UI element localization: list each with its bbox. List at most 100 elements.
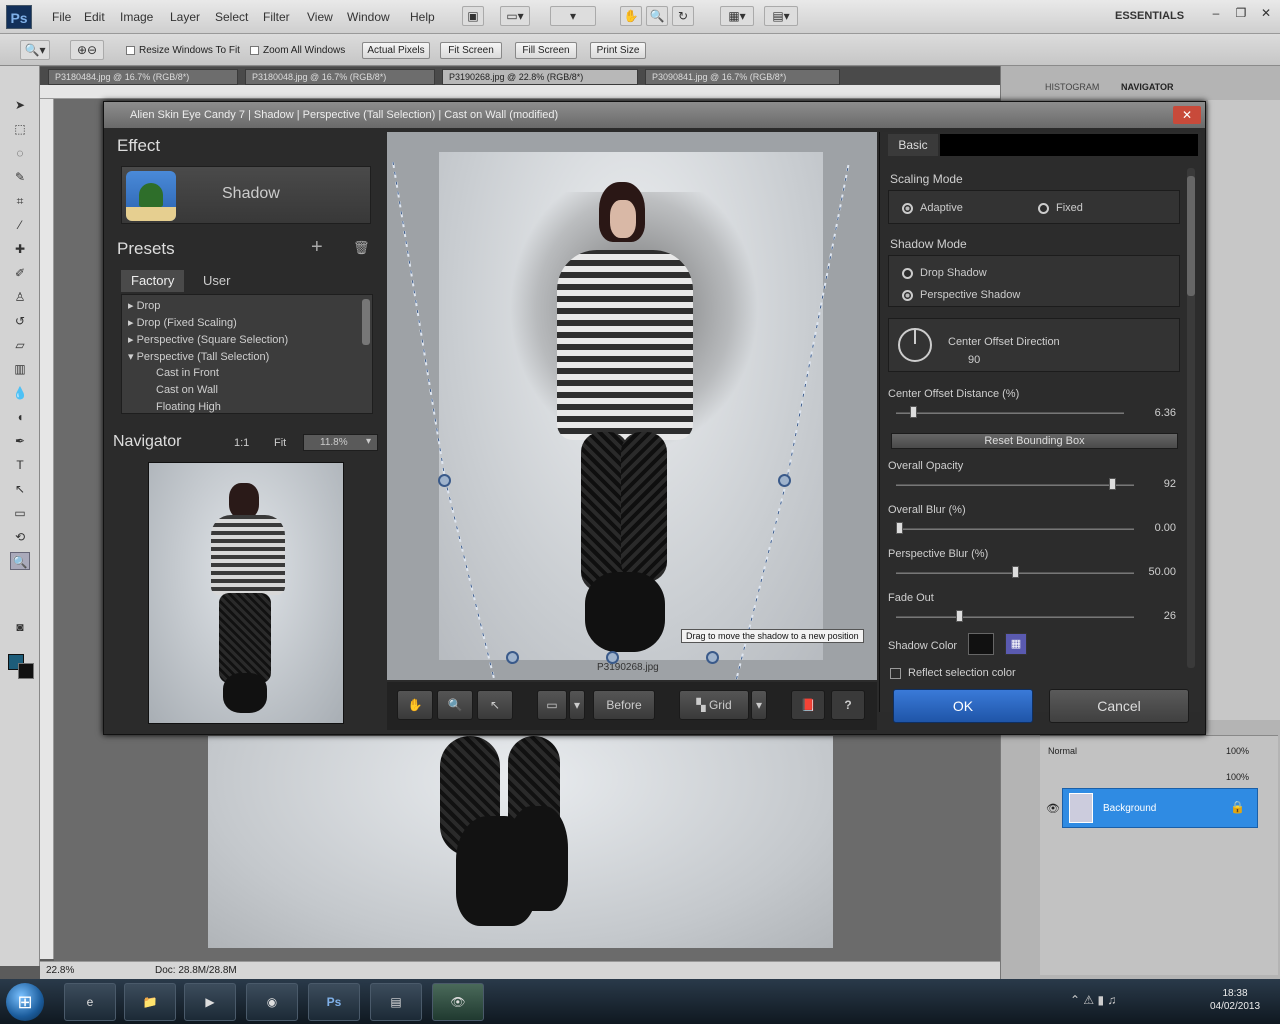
- doc-tab[interactable]: P3090841.jpg @ 16.7% (RGB/8*): [645, 69, 840, 85]
- shape-tool-icon[interactable]: ▭: [10, 504, 30, 522]
- start-button[interactable]: ⊞: [6, 983, 44, 1021]
- background-color-swatch[interactable]: [18, 663, 34, 679]
- 3d-rotate-icon[interactable]: ⟲: [10, 528, 30, 546]
- pen-tool-icon[interactable]: ✒: [10, 432, 30, 450]
- history-brush-icon[interactable]: ↺: [10, 312, 30, 330]
- explorer-icon[interactable]: 📁: [124, 983, 176, 1021]
- nav-fit-button[interactable]: Fit: [274, 437, 286, 449]
- overall-opacity-value[interactable]: 92: [1136, 478, 1176, 490]
- blur-tool-icon[interactable]: 💧: [10, 384, 30, 402]
- center-offset-distance-track[interactable]: [896, 412, 1124, 414]
- split-view-icon[interactable]: ▭: [537, 690, 567, 720]
- dodge-tool-icon[interactable]: ◖: [10, 408, 30, 426]
- settings-scroll-thumb[interactable]: [1187, 176, 1195, 296]
- settings-scrollbar[interactable]: [1187, 168, 1195, 668]
- close-icon[interactable]: ✕: [1255, 6, 1277, 24]
- perspective-shadow-radio[interactable]: [902, 290, 913, 301]
- quick-select-icon[interactable]: ✎: [10, 168, 30, 186]
- menu-file[interactable]: File: [52, 10, 71, 24]
- list-item[interactable]: ▸ Drop (Fixed Scaling): [128, 316, 237, 329]
- zoom-level-icon[interactable]: ▾: [550, 6, 596, 26]
- grid-button[interactable]: ▚ Grid: [679, 690, 749, 720]
- clone-stamp-icon[interactable]: ♙: [10, 288, 30, 306]
- marquee-tool-icon[interactable]: ⬚: [10, 120, 30, 138]
- menu-image[interactable]: Image: [120, 10, 153, 24]
- blend-mode-select[interactable]: Normal: [1048, 746, 1077, 756]
- crop-tool-icon[interactable]: ⌗: [10, 192, 30, 210]
- reset-bounding-box-button[interactable]: Reset Bounding Box: [891, 433, 1178, 449]
- tab-basic[interactable]: Basic: [888, 134, 938, 156]
- zoom-tool-options-icon[interactable]: 🔍▾: [20, 40, 50, 60]
- eye-candy-icon[interactable]: 👁: [432, 983, 484, 1021]
- rotate-view-icon[interactable]: ↻: [672, 6, 694, 26]
- list-item[interactable]: ▾ Perspective (Tall Selection): [128, 350, 269, 363]
- fill-screen-button[interactable]: Fill Screen: [515, 42, 577, 59]
- cancel-button[interactable]: Cancel: [1049, 689, 1189, 723]
- adaptive-radio[interactable]: [902, 203, 913, 214]
- doc-tab[interactable]: P3180484.jpg @ 16.7% (RGB/8*): [48, 69, 238, 85]
- opacity-field[interactable]: 100%: [1226, 746, 1249, 756]
- chevron-down-icon[interactable]: ▾: [569, 690, 585, 720]
- overall-blur-thumb[interactable]: [896, 522, 903, 534]
- before-button[interactable]: Before: [593, 690, 655, 720]
- menu-filter[interactable]: Filter: [263, 10, 290, 24]
- resize-windows-checkbox[interactable]: [126, 46, 135, 55]
- windows-app-icon[interactable]: ▤: [370, 983, 422, 1021]
- direction-dial[interactable]: [898, 328, 932, 362]
- menu-select[interactable]: Select: [215, 10, 248, 24]
- media-player-icon[interactable]: ▶: [184, 983, 236, 1021]
- status-zoom[interactable]: 22.8%: [46, 965, 74, 976]
- doc-tab[interactable]: P3180048.jpg @ 16.7% (RGB/8*): [245, 69, 435, 85]
- fixed-radio[interactable]: [1038, 203, 1049, 214]
- list-item[interactable]: ▸ Drop: [128, 299, 160, 312]
- screen-mode-icon[interactable]: ▭▾: [500, 6, 530, 26]
- firefox-icon[interactable]: ◉: [246, 983, 298, 1021]
- bridge-icon[interactable]: ▣: [462, 6, 484, 26]
- bounding-box-handle[interactable]: [606, 651, 619, 664]
- ie-icon[interactable]: e: [64, 983, 116, 1021]
- perspective-blur-value[interactable]: 50.00: [1136, 566, 1176, 578]
- fade-out-value[interactable]: 26: [1136, 610, 1176, 622]
- navigator-tab[interactable]: NAVIGATOR: [1121, 82, 1174, 92]
- direction-value[interactable]: 90: [968, 354, 980, 366]
- screen-layout-icon[interactable]: ▤▾: [764, 6, 798, 26]
- menu-help[interactable]: Help: [410, 10, 435, 24]
- menu-view[interactable]: View: [307, 10, 333, 24]
- chevron-down-icon[interactable]: ▾: [751, 690, 767, 720]
- histogram-tab[interactable]: HISTOGRAM: [1045, 82, 1099, 92]
- minimize-icon[interactable]: –: [1205, 6, 1227, 24]
- tab-factory[interactable]: Factory: [121, 270, 185, 292]
- list-item[interactable]: Cast on Wall: [156, 384, 218, 396]
- reflect-selection-color-checkbox[interactable]: [890, 668, 901, 679]
- arrange-documents-icon[interactable]: ▦▾: [720, 6, 754, 26]
- eye-visibility-icon[interactable]: 👁: [1046, 802, 1060, 815]
- perspective-blur-thumb[interactable]: [1012, 566, 1019, 578]
- doc-tab-active[interactable]: P3190268.jpg @ 22.8% (RGB/8*): [442, 69, 638, 85]
- zoom-all-checkbox[interactable]: [250, 46, 259, 55]
- bounding-box-handle[interactable]: [706, 651, 719, 664]
- zoom-tool-icon[interactable]: 🔍: [437, 690, 473, 720]
- fade-out-thumb[interactable]: [956, 610, 964, 622]
- type-tool-icon[interactable]: T: [10, 456, 30, 474]
- menu-edit[interactable]: Edit: [84, 10, 105, 24]
- overall-opacity-track[interactable]: [896, 484, 1134, 486]
- notifications-icon[interactable]: 📕: [791, 690, 825, 720]
- overall-opacity-thumb[interactable]: [1109, 478, 1117, 490]
- zoom-tool-icon[interactable]: 🔍: [10, 552, 30, 570]
- list-item[interactable]: Cast in Front: [156, 367, 219, 379]
- eraser-icon[interactable]: ▱: [10, 336, 30, 354]
- eyedropper-icon[interactable]: ⁄: [10, 216, 30, 234]
- clock[interactable]: 18:38 04/02/2013: [1205, 987, 1265, 1013]
- overall-blur-value[interactable]: 0.00: [1136, 522, 1176, 534]
- tray-icons[interactable]: ⌃ ⚠ ▮ ♫: [1070, 993, 1116, 1007]
- layer-row-background[interactable]: Background 🔒: [1062, 788, 1258, 828]
- fit-screen-button[interactable]: Fit Screen: [440, 42, 502, 59]
- overall-blur-track[interactable]: [896, 528, 1134, 530]
- path-select-icon[interactable]: ↖: [10, 480, 30, 498]
- chevron-down-icon[interactable]: ▾: [366, 436, 371, 447]
- hand-tool-icon[interactable]: ✋: [620, 6, 642, 26]
- eyedropper-icon[interactable]: ▦: [1005, 633, 1027, 655]
- restore-icon[interactable]: ❐: [1230, 6, 1252, 24]
- list-item[interactable]: ▸ Perspective (Square Selection): [128, 333, 288, 346]
- bounding-box-handle[interactable]: [438, 474, 451, 487]
